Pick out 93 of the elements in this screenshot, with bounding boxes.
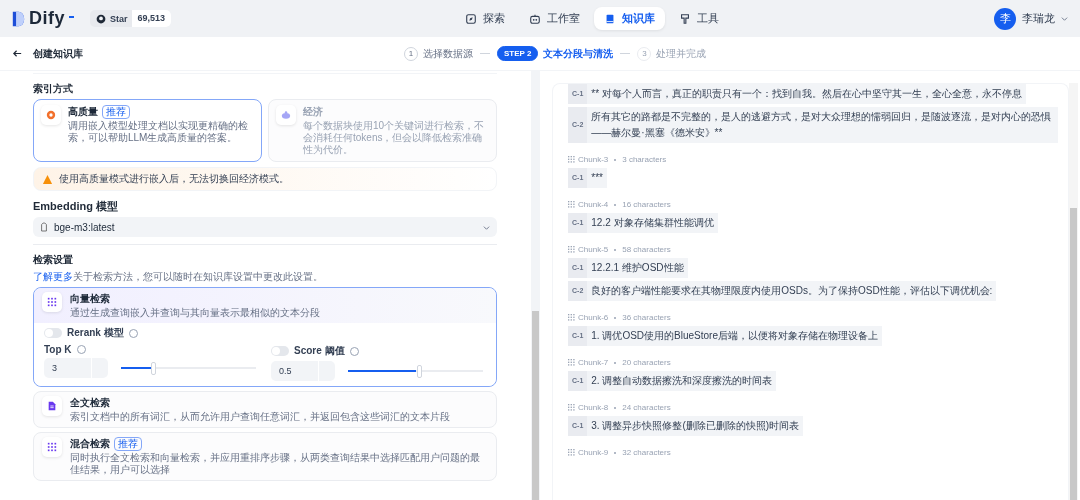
back-arrow-icon[interactable] (12, 48, 23, 59)
retrieval-method-card[interactable]: 全文检索 索引文档中的所有词汇，从而允许用户查询任意词汇，并返回包含这些词汇的文本片段 (33, 391, 497, 428)
option-description: 调用嵌入模型处理文档以实现更精确的检索，可以帮助LLM生成高质量的答案。 (68, 120, 249, 144)
piggy-bank-icon (276, 105, 296, 125)
segment-text: 良好的客户端性能要求在其物理限度内使用OSDs。为了保持OSD性能，评估以下调优机会: (587, 281, 997, 301)
retrieval-method-card[interactable]: 向量检索 通过生成查询嵌入并查询与其向量表示最相似的文本分段 Rerank 模型 Top K 3 Score 阈值 0.5 (33, 287, 497, 387)
model-icon (40, 222, 48, 232)
chunk-name: Chunk-7 (578, 358, 609, 367)
segment-text: *** (587, 168, 607, 188)
step-label: 选择数据源 (423, 46, 473, 61)
learn-more-link[interactable]: 了解更多 (33, 271, 73, 282)
segment-text: 所有其它的路都是不完整的，是人的逃避方式，是对大众理想的懦弱回归，是随波逐流，是对内心的恐惧 ——赫尔曼·黑塞《德米安》** (587, 107, 1058, 143)
dot-grid-icon (42, 437, 62, 457)
robot-icon (529, 12, 541, 25)
dot-grid-icon (568, 359, 575, 366)
user-avatar[interactable]: 李 (994, 7, 1016, 30)
dot-grid-icon (568, 449, 575, 456)
rerank-label: Rerank 模型 (67, 326, 124, 340)
dot-grid-icon (568, 314, 575, 321)
top-k-input[interactable]: 3 (44, 358, 108, 378)
chunk-count: 36 characters (622, 313, 671, 322)
chunk-count: 24 characters (622, 403, 671, 412)
dot-grid-icon (568, 201, 575, 208)
model-select[interactable]: bge-m3:latest (33, 217, 497, 237)
step-label: 文本分段与清洗 (543, 46, 614, 61)
segment-text: ** 对每个人而言，真正的职责只有一个：找到自我。然后在心中坚守其一生，全心全意，永不停息 (587, 84, 1026, 104)
score-label: Score 阈值 (294, 344, 345, 358)
rerank-toggle[interactable] (44, 328, 62, 338)
method-description: 同时执行全文检索和向量检索，并应用重排序步骤，从两类查询结果中选择匹配用户问题的最佳结果，用户可以选择 (70, 452, 481, 476)
chevron-down-icon (483, 223, 490, 231)
recommended-tag: 推荐 (102, 105, 130, 119)
chunk-name: Chunk-9 (578, 448, 609, 457)
method-description: 索引文档中的所有词汇，从而允许用户查询任意词汇，并返回包含这些词汇的文本片段 (70, 411, 451, 423)
index-option-card[interactable]: 高质量 推荐 调用嵌入模型处理文档以实现更精确的检索，可以帮助LLM生成高质量的答案。 (33, 99, 262, 162)
github-icon (96, 13, 106, 24)
score-toggle[interactable] (271, 346, 289, 356)
method-title: 向量检索 (70, 292, 110, 306)
book-icon (604, 12, 616, 25)
segment-text: 3. 调整异步快照修整(删除已删除的快照)时间表 (587, 416, 804, 436)
dot-grid-icon (568, 246, 575, 253)
chunk-name: Chunk-6 (578, 313, 609, 322)
step-label: 处理并完成 (656, 46, 707, 61)
nav-tab[interactable]: 工具 (669, 7, 729, 30)
caret-icon (1061, 15, 1068, 22)
chunk-count: 20 characters (622, 358, 671, 367)
section-title: Embedding 模型 (33, 199, 119, 214)
document-icon (42, 396, 62, 416)
score-input[interactable]: 0.5 (271, 361, 335, 381)
chunk-count: 3 characters (622, 155, 667, 164)
dot-grid-icon (568, 404, 575, 411)
method-title: 混合检索 (70, 437, 110, 451)
warning-text: 使用高质量模式进行嵌入后，无法切换回经济模式。 (59, 172, 289, 186)
nav-tab[interactable]: 知识库 (594, 7, 665, 30)
user-name[interactable]: 李瑞龙 (1022, 11, 1055, 26)
option-title: 经济 (303, 105, 323, 119)
retrieval-note: 关于检索方法，您可以随时在知识库设置中更改此设置。 (73, 271, 323, 282)
dot-grid-icon (568, 156, 575, 163)
page-title: 创建知识库 (33, 46, 83, 61)
chunk-count: 58 characters (622, 245, 671, 254)
nav-tab[interactable]: 探索 (455, 7, 515, 30)
dot-grid-icon (42, 292, 62, 312)
warning-icon (42, 173, 53, 185)
chunk-name: Chunk-8 (578, 403, 609, 412)
section-title: 检索设置 (33, 253, 74, 267)
segment-text: 2. 调整自动数据擦洗和深度擦洗的时间表 (587, 371, 777, 391)
score-slider[interactable] (345, 364, 486, 378)
scrollbar[interactable] (531, 71, 540, 500)
github-star-button[interactable]: Star 69,513 (90, 10, 172, 27)
chunk-name: Chunk-4 (578, 200, 609, 209)
chunk-count: 32 characters (622, 448, 671, 457)
nav-tab[interactable]: 工作室 (519, 7, 590, 30)
pin-icon (679, 12, 691, 25)
logo-text: Dify (29, 8, 65, 29)
section-title: 索引方式 (33, 82, 74, 96)
sun-icon (41, 105, 61, 125)
chunk-count: 16 characters (622, 200, 671, 209)
option-description: 每个数据块使用10个关键词进行检索，不会消耗任何tokens，但会以降低检索准确性为代价。 (303, 120, 486, 156)
top-k-slider[interactable] (118, 361, 259, 375)
chunk-name: Chunk-3 (578, 155, 609, 164)
method-description: 通过生成查询嵌入并查询与其向量表示最相似的文本分段 (70, 307, 321, 319)
method-title: 全文检索 (70, 396, 110, 410)
top-k-label: Top K (44, 344, 72, 355)
segment-text: 12.2 对象存储集群性能调优 (587, 213, 718, 233)
scrollbar[interactable] (1069, 83, 1078, 500)
segment-text: 1. 调优OSD使用的BlueStore后端，以便将对象存储在物理设备上 (587, 326, 882, 346)
chunk-name: Chunk-5 (578, 245, 609, 254)
segment-text: 12.2.1 维护OSD性能 (587, 258, 688, 278)
recommended-tag: 推荐 (114, 437, 142, 451)
logo-icon (12, 9, 25, 28)
step-badge: STEP 2 (497, 46, 539, 61)
retrieval-method-card[interactable]: 混合检索 推荐 同时执行全文检索和向量检索，并应用重排序步骤，从两类查询结果中选择匹配用户问题的最佳结果，用户可以选择 (33, 432, 497, 481)
option-title: 高质量 (68, 105, 98, 119)
compass-icon (465, 12, 477, 25)
